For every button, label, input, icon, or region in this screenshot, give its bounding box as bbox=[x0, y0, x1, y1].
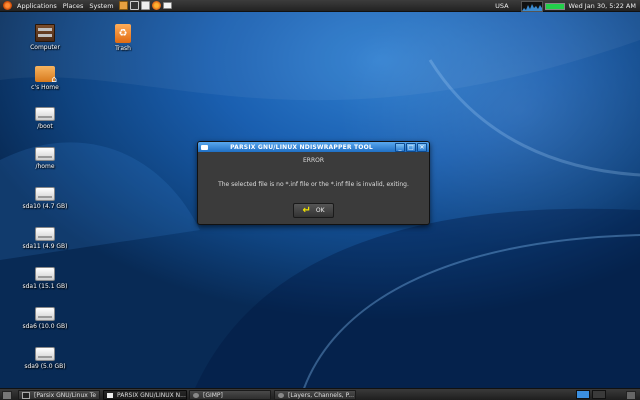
maximize-button[interactable]: □ bbox=[406, 142, 416, 152]
drive-icon bbox=[35, 227, 55, 241]
desktop-icon-label: sda11 (4.9 GB) bbox=[22, 243, 68, 250]
desktop-icon-label: /boot bbox=[37, 123, 53, 130]
panel-clock[interactable]: Wed Jan 30, 5:22 AM bbox=[569, 2, 636, 10]
ndiswrapper-error-dialog: PARSIX GNU/LINUX NDISWRAPPER TOOL _ □ ✕ … bbox=[197, 141, 430, 225]
taskbar-item-label: PARSIX GNU/LINUX N... bbox=[117, 391, 186, 399]
ok-button[interactable]: ↵ OK bbox=[293, 203, 334, 218]
desktop-icon-label: /home bbox=[35, 163, 55, 170]
gnome-foot-icon[interactable] bbox=[3, 1, 12, 10]
computer-icon bbox=[35, 24, 55, 42]
dialog-title: PARSIX GNU/LINUX NDISWRAPPER TOOL bbox=[230, 143, 373, 151]
terminal-icon bbox=[22, 391, 30, 399]
dialog-titlebar[interactable]: PARSIX GNU/LINUX NDISWRAPPER TOOL _ □ ✕ bbox=[198, 142, 429, 152]
desktop-icon-label: c's Home bbox=[31, 84, 59, 91]
minimize-button[interactable]: _ bbox=[395, 142, 405, 152]
enter-arrow-icon: ↵ bbox=[302, 204, 311, 216]
desktop-icon-label: Computer bbox=[30, 44, 60, 51]
gimp-icon bbox=[278, 392, 284, 398]
top-panel: Applications Places System USA Wed Jan 3… bbox=[0, 0, 640, 12]
desktop-icon-label: sda9 (5.0 GB) bbox=[24, 363, 66, 370]
desktop-icon-label: sda6 (10.0 GB) bbox=[22, 323, 68, 330]
workspace-2-button[interactable] bbox=[592, 390, 606, 399]
trash-icon: ♻ bbox=[115, 24, 131, 43]
dialog-message: The selected file is no *.inf file or th… bbox=[218, 181, 409, 188]
ok-button-label: OK bbox=[315, 207, 325, 214]
desktop-icon-home[interactable]: c's Home bbox=[15, 64, 75, 91]
desktop-icon-sda1[interactable]: sda1 (15.1 GB) bbox=[15, 264, 75, 290]
gimp-icon bbox=[193, 392, 199, 398]
drive-icon bbox=[35, 307, 55, 321]
drive-icon bbox=[35, 347, 55, 361]
drive-icon bbox=[35, 267, 55, 281]
desktop-icon-computer[interactable]: Computer bbox=[15, 24, 75, 51]
home-folder-icon bbox=[35, 66, 57, 85]
taskbar-item-label: [GIMP] bbox=[203, 391, 223, 399]
taskbar-item-gimp[interactable]: [GIMP] bbox=[189, 390, 271, 400]
desktop-icon-home-partition[interactable]: /home bbox=[15, 144, 75, 170]
system-monitor-graph[interactable] bbox=[520, 0, 543, 12]
desktop-icon-sda6[interactable]: sda6 (10.0 GB) bbox=[15, 304, 75, 330]
panel-tray: USA Wed Jan 30, 5:22 AM bbox=[495, 0, 640, 12]
menu-system[interactable]: System bbox=[86, 2, 116, 10]
trash-applet-icon[interactable] bbox=[626, 391, 636, 400]
taskbar-item-label: [Parsix GNU/Linux Te bbox=[34, 391, 97, 399]
desktop-icon-trash[interactable]: ♻ Trash bbox=[93, 24, 153, 52]
desktop-icon-sda9[interactable]: sda9 (5.0 GB) bbox=[15, 344, 75, 370]
firefox-icon[interactable] bbox=[151, 1, 161, 10]
email-icon[interactable] bbox=[162, 2, 172, 9]
desktop-icon-label: Trash bbox=[115, 45, 131, 52]
desktop-icon-sda11[interactable]: sda11 (4.9 GB) bbox=[15, 224, 75, 250]
network-status-bar[interactable] bbox=[544, 2, 565, 10]
desktop-icon-label: sda10 (4.7 GB) bbox=[22, 203, 68, 210]
desktop-icon-sda10[interactable]: sda10 (4.7 GB) bbox=[15, 184, 75, 210]
desktop-icon-boot[interactable]: /boot bbox=[15, 104, 75, 130]
taskbar-item-ndiswrapper[interactable]: PARSIX GNU/LINUX N... bbox=[103, 390, 187, 400]
bottom-panel: [Parsix GNU/Linux Te PARSIX GNU/LINUX N.… bbox=[0, 388, 640, 400]
window-icon bbox=[107, 392, 113, 398]
show-desktop-icon[interactable] bbox=[2, 391, 12, 400]
desktop-icon-label: sda1 (15.1 GB) bbox=[22, 283, 68, 290]
workspace-1-button[interactable] bbox=[576, 390, 590, 399]
close-button[interactable]: ✕ bbox=[417, 142, 427, 152]
menu-places[interactable]: Places bbox=[60, 2, 87, 10]
keyboard-layout-indicator[interactable]: USA bbox=[495, 2, 508, 10]
drive-icon bbox=[35, 147, 55, 161]
taskbar-item-gimp-layers[interactable]: [Layers, Channels, P... bbox=[274, 390, 356, 400]
drive-icon bbox=[35, 107, 55, 121]
dialog-heading: ERROR bbox=[302, 157, 325, 164]
taskbar-item-terminal[interactable]: [Parsix GNU/Linux Te bbox=[18, 390, 100, 400]
taskbar-item-label: [Layers, Channels, P... bbox=[288, 391, 354, 399]
menu-applications[interactable]: Applications bbox=[14, 2, 60, 10]
drive-icon bbox=[35, 187, 55, 201]
text-editor-icon[interactable] bbox=[140, 1, 150, 10]
window-menu-icon[interactable] bbox=[201, 144, 208, 150]
file-manager-icon[interactable] bbox=[118, 1, 128, 10]
terminal-icon[interactable] bbox=[129, 1, 139, 10]
